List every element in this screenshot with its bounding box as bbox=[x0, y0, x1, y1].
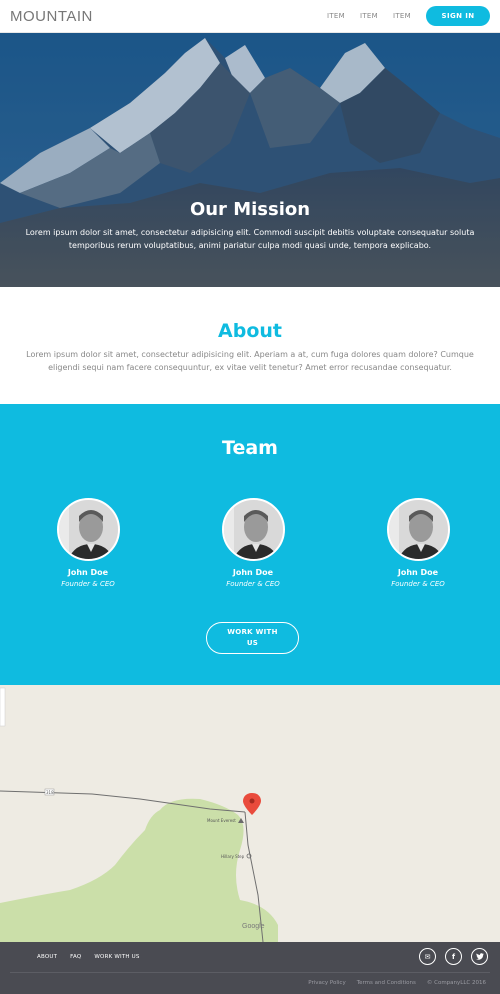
terms-link[interactable]: Terms and Conditions bbox=[357, 980, 416, 986]
hero-description: Lorem ipsum dolor sit amet, consectetur … bbox=[25, 228, 475, 250]
google-attribution[interactable]: Google bbox=[242, 923, 265, 930]
member-role: Founder & CEO bbox=[391, 580, 445, 588]
footer-link-work[interactable]: WORK WITH US bbox=[94, 954, 139, 960]
brand-logo[interactable]: MOUNTAIN bbox=[10, 8, 93, 25]
member-role: Founder & CEO bbox=[226, 580, 280, 588]
member-name: John Doe bbox=[397, 568, 439, 577]
avatar bbox=[386, 498, 450, 561]
facebook-icon[interactable]: f bbox=[445, 948, 462, 965]
footer: ABOUT FAQ WORK WITH US ✉ f Privacy Polic… bbox=[0, 942, 500, 994]
twitter-icon[interactable] bbox=[471, 948, 488, 965]
member-name: John Doe bbox=[232, 568, 274, 577]
nav-menu: ITEM ITEM ITEM SIGN IN bbox=[312, 6, 490, 26]
team-section: Team John Doe Founder & CEO John Doe Fou… bbox=[0, 404, 500, 685]
about-description: Lorem ipsum dolor sit amet, consectetur … bbox=[26, 350, 474, 372]
top-navbar: MOUNTAIN ITEM ITEM ITEM SIGN IN bbox=[0, 0, 500, 33]
copyright-text: © CompanyLLC 2016 bbox=[426, 980, 486, 986]
footer-link-about[interactable]: ABOUT bbox=[37, 954, 57, 960]
email-icon[interactable]: ✉ bbox=[419, 948, 436, 965]
privacy-policy-link[interactable]: Privacy Policy bbox=[308, 980, 345, 986]
map-label-road: 318 bbox=[46, 790, 54, 795]
team-member-card: John Doe Founder & CEO bbox=[203, 498, 303, 588]
map-label-camp: Hillary Step bbox=[221, 854, 245, 859]
about-title: About bbox=[218, 320, 282, 342]
nav-item-2[interactable]: ITEM bbox=[360, 12, 378, 20]
nav-item-1[interactable]: ITEM bbox=[327, 12, 345, 20]
about-section: About Lorem ipsum dolor sit amet, consec… bbox=[0, 287, 500, 404]
nav-item-3[interactable]: ITEM bbox=[393, 12, 411, 20]
map-embed[interactable]: Mount Everest Hillary Step 318 Google bbox=[0, 685, 500, 942]
work-with-us-button[interactable]: WORK WITH US bbox=[206, 622, 299, 654]
footer-bottom-links: Privacy Policy Terms and Conditions © Co… bbox=[297, 980, 486, 986]
team-title: Team bbox=[222, 437, 278, 459]
member-role: Founder & CEO bbox=[61, 580, 115, 588]
avatar bbox=[56, 498, 120, 561]
sign-in-button[interactable]: SIGN IN bbox=[426, 6, 490, 26]
team-member-card: John Doe Founder & CEO bbox=[38, 498, 138, 588]
footer-divider bbox=[10, 972, 490, 973]
hero-title: Our Mission bbox=[189, 199, 311, 220]
member-name: John Doe bbox=[67, 568, 109, 577]
footer-link-faq[interactable]: FAQ bbox=[70, 954, 81, 960]
social-links: ✉ f bbox=[410, 948, 488, 965]
map-label-peak: Mount Everest bbox=[207, 818, 236, 823]
footer-nav: ABOUT FAQ WORK WITH US bbox=[37, 954, 153, 960]
team-member-card: John Doe Founder & CEO bbox=[368, 498, 468, 588]
map-canvas[interactable] bbox=[0, 685, 500, 942]
hero-section: Our Mission Lorem ipsum dolor sit amet, … bbox=[0, 33, 500, 287]
avatar bbox=[221, 498, 285, 561]
